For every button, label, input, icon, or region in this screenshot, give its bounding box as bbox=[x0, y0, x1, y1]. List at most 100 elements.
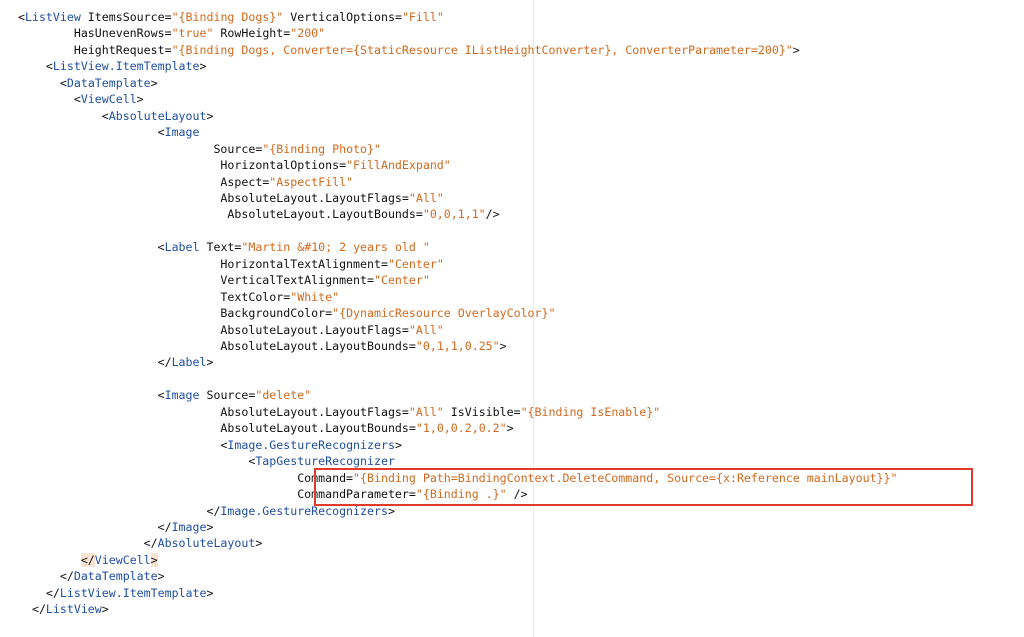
code-token: </ bbox=[18, 503, 221, 518]
code-token: > bbox=[792, 42, 800, 57]
code-token: < bbox=[18, 437, 228, 452]
code-line[interactable]: </Label> bbox=[18, 354, 214, 370]
code-line[interactable]: VerticalTextAlignment="Center" bbox=[18, 272, 429, 288]
code-token: "All" bbox=[408, 404, 444, 419]
code-token: ListView bbox=[45, 602, 102, 617]
code-token: < bbox=[18, 240, 165, 255]
code-token: "White" bbox=[290, 289, 340, 304]
code-token: Text= bbox=[199, 240, 242, 255]
code-line[interactable]: </ListView> bbox=[18, 601, 109, 617]
code-token: </ bbox=[18, 585, 60, 600]
code-editor[interactable]: <ListView ItemsSource="{Binding Dogs}" V… bbox=[0, 0, 1024, 637]
code-token: Aspect= bbox=[18, 174, 270, 189]
code-line[interactable]: AbsoluteLayout.LayoutFlags="All" IsVisib… bbox=[18, 404, 660, 420]
code-line[interactable]: TextColor="White" bbox=[18, 289, 339, 305]
code-line[interactable]: AbsoluteLayout.LayoutFlags="All" bbox=[18, 190, 444, 206]
code-token: TextColor= bbox=[18, 289, 291, 304]
code-token: "0,1,1,0.25" bbox=[415, 339, 500, 353]
code-token: Label bbox=[171, 355, 207, 370]
code-token: "{Binding IsEnable}" bbox=[520, 404, 661, 419]
code-token: HeightRequest= bbox=[18, 42, 172, 57]
code-token: Image bbox=[164, 388, 200, 403]
code-token: < bbox=[18, 10, 25, 24]
code-line[interactable]: AbsoluteLayout.LayoutBounds="0,1,1,0.25"… bbox=[18, 338, 507, 354]
code-token: HorizontalOptions= bbox=[18, 158, 347, 173]
code-line[interactable]: <Image.GestureRecognizers> bbox=[18, 437, 402, 453]
code-token: RowHeight= bbox=[213, 26, 291, 41]
code-token: IsVisible= bbox=[443, 404, 521, 419]
code-line[interactable]: <ViewCell> bbox=[18, 91, 144, 107]
code-token: "All" bbox=[408, 190, 444, 205]
code-token: > bbox=[199, 59, 207, 74]
code-token: > bbox=[157, 569, 165, 584]
code-token: "true" bbox=[171, 26, 214, 41]
code-line[interactable]: AbsoluteLayout.LayoutBounds="0,0,1,1"/> bbox=[18, 206, 499, 222]
code-line[interactable]: HorizontalTextAlignment="Center" bbox=[18, 256, 444, 272]
code-line[interactable]: <ListView ItemsSource="{Binding Dogs}" V… bbox=[18, 9, 444, 25]
code-line[interactable]: <Label Text="Martin &#10; 2 years old " bbox=[18, 239, 430, 255]
code-line[interactable]: AbsoluteLayout.LayoutFlags="All" bbox=[18, 322, 443, 338]
code-line[interactable]: </Image> bbox=[18, 519, 214, 535]
code-token: Image bbox=[164, 125, 200, 140]
code-line[interactable]: </DataTemplate> bbox=[18, 568, 165, 584]
code-token: </ bbox=[18, 355, 172, 370]
code-token: < bbox=[18, 108, 109, 123]
code-token: Image.GestureRecognizers bbox=[227, 437, 395, 452]
code-line[interactable]: <Image Source="delete" bbox=[18, 387, 312, 403]
code-line[interactable]: </ListView.ItemTemplate> bbox=[18, 585, 214, 601]
code-line[interactable]: </ViewCell> bbox=[18, 552, 158, 568]
code-token: Label bbox=[164, 240, 200, 255]
code-token: TapGestureRecognizer bbox=[255, 454, 395, 469]
code-line[interactable]: BackgroundColor="{DynamicResource Overla… bbox=[18, 305, 555, 321]
code-token: > bbox=[136, 92, 144, 107]
code-line[interactable]: AbsoluteLayout.LayoutBounds="1,0,0.2,0.2… bbox=[18, 420, 513, 436]
code-line[interactable]: <Image bbox=[18, 124, 200, 140]
code-line[interactable]: <ListView.ItemTemplate> bbox=[18, 58, 207, 74]
code-token: < bbox=[18, 125, 165, 140]
code-token: "{DynamicResource OverlayColor}" bbox=[332, 306, 556, 321]
code-token: > bbox=[255, 536, 263, 551]
code-line[interactable]: Aspect="AspectFill" bbox=[18, 174, 353, 190]
code-token: </ bbox=[18, 536, 158, 551]
code-line[interactable]: Source="{Binding Photo}" bbox=[18, 141, 381, 157]
code-token: </ bbox=[18, 519, 172, 534]
code-line[interactable]: HasUnevenRows="true" RowHeight="200" bbox=[18, 25, 325, 41]
code-token: AbsoluteLayout.LayoutFlags= bbox=[18, 322, 409, 337]
code-token: < bbox=[18, 92, 81, 107]
code-token: </ bbox=[18, 569, 74, 584]
code-token: VerticalOptions= bbox=[283, 10, 402, 24]
code-token: > bbox=[499, 339, 507, 353]
code-token: AbsoluteLayout.LayoutBounds= bbox=[18, 421, 416, 436]
code-token: < bbox=[18, 454, 256, 469]
code-line[interactable]: <DataTemplate> bbox=[18, 75, 158, 91]
code-token: ListView.ItemTemplate bbox=[52, 59, 200, 74]
code-token: HasUnevenRows= bbox=[18, 26, 172, 41]
code-token: > bbox=[206, 108, 214, 123]
code-token: AbsoluteLayout.LayoutFlags= bbox=[18, 190, 409, 205]
code-token: "Fill" bbox=[401, 10, 444, 24]
code-token: DataTemplate bbox=[73, 569, 158, 584]
code-token: ListView.ItemTemplate bbox=[59, 585, 207, 600]
code-line[interactable]: </AbsoluteLayout> bbox=[18, 535, 263, 551]
code-line[interactable]: HeightRequest="{Binding Dogs, Converter=… bbox=[18, 42, 800, 58]
code-token: "AspectFill" bbox=[269, 174, 354, 189]
code-token: Image bbox=[171, 519, 207, 534]
code-line[interactable]: <AbsoluteLayout> bbox=[18, 108, 214, 124]
code-token: Source= bbox=[199, 388, 256, 403]
code-token: "Center" bbox=[387, 256, 444, 271]
code-token: > bbox=[206, 355, 214, 370]
code-token: "0,0,1,1" bbox=[422, 207, 486, 222]
code-token: > bbox=[150, 552, 158, 567]
code-token: HorizontalTextAlignment= bbox=[18, 256, 388, 271]
code-token: Command= bbox=[18, 470, 354, 485]
code-token: ViewCell bbox=[94, 552, 151, 567]
code-token: ListView bbox=[24, 10, 81, 24]
code-token: AbsoluteLayout.LayoutBounds= bbox=[18, 207, 423, 222]
code-line[interactable]: HorizontalOptions="FillAndExpand" bbox=[18, 157, 450, 173]
code-token: "200" bbox=[290, 26, 326, 41]
code-token: "delete" bbox=[255, 388, 312, 403]
code-token: < bbox=[18, 388, 165, 403]
code-token: BackgroundColor= bbox=[18, 306, 333, 321]
highlight-annotation-box bbox=[314, 468, 973, 506]
